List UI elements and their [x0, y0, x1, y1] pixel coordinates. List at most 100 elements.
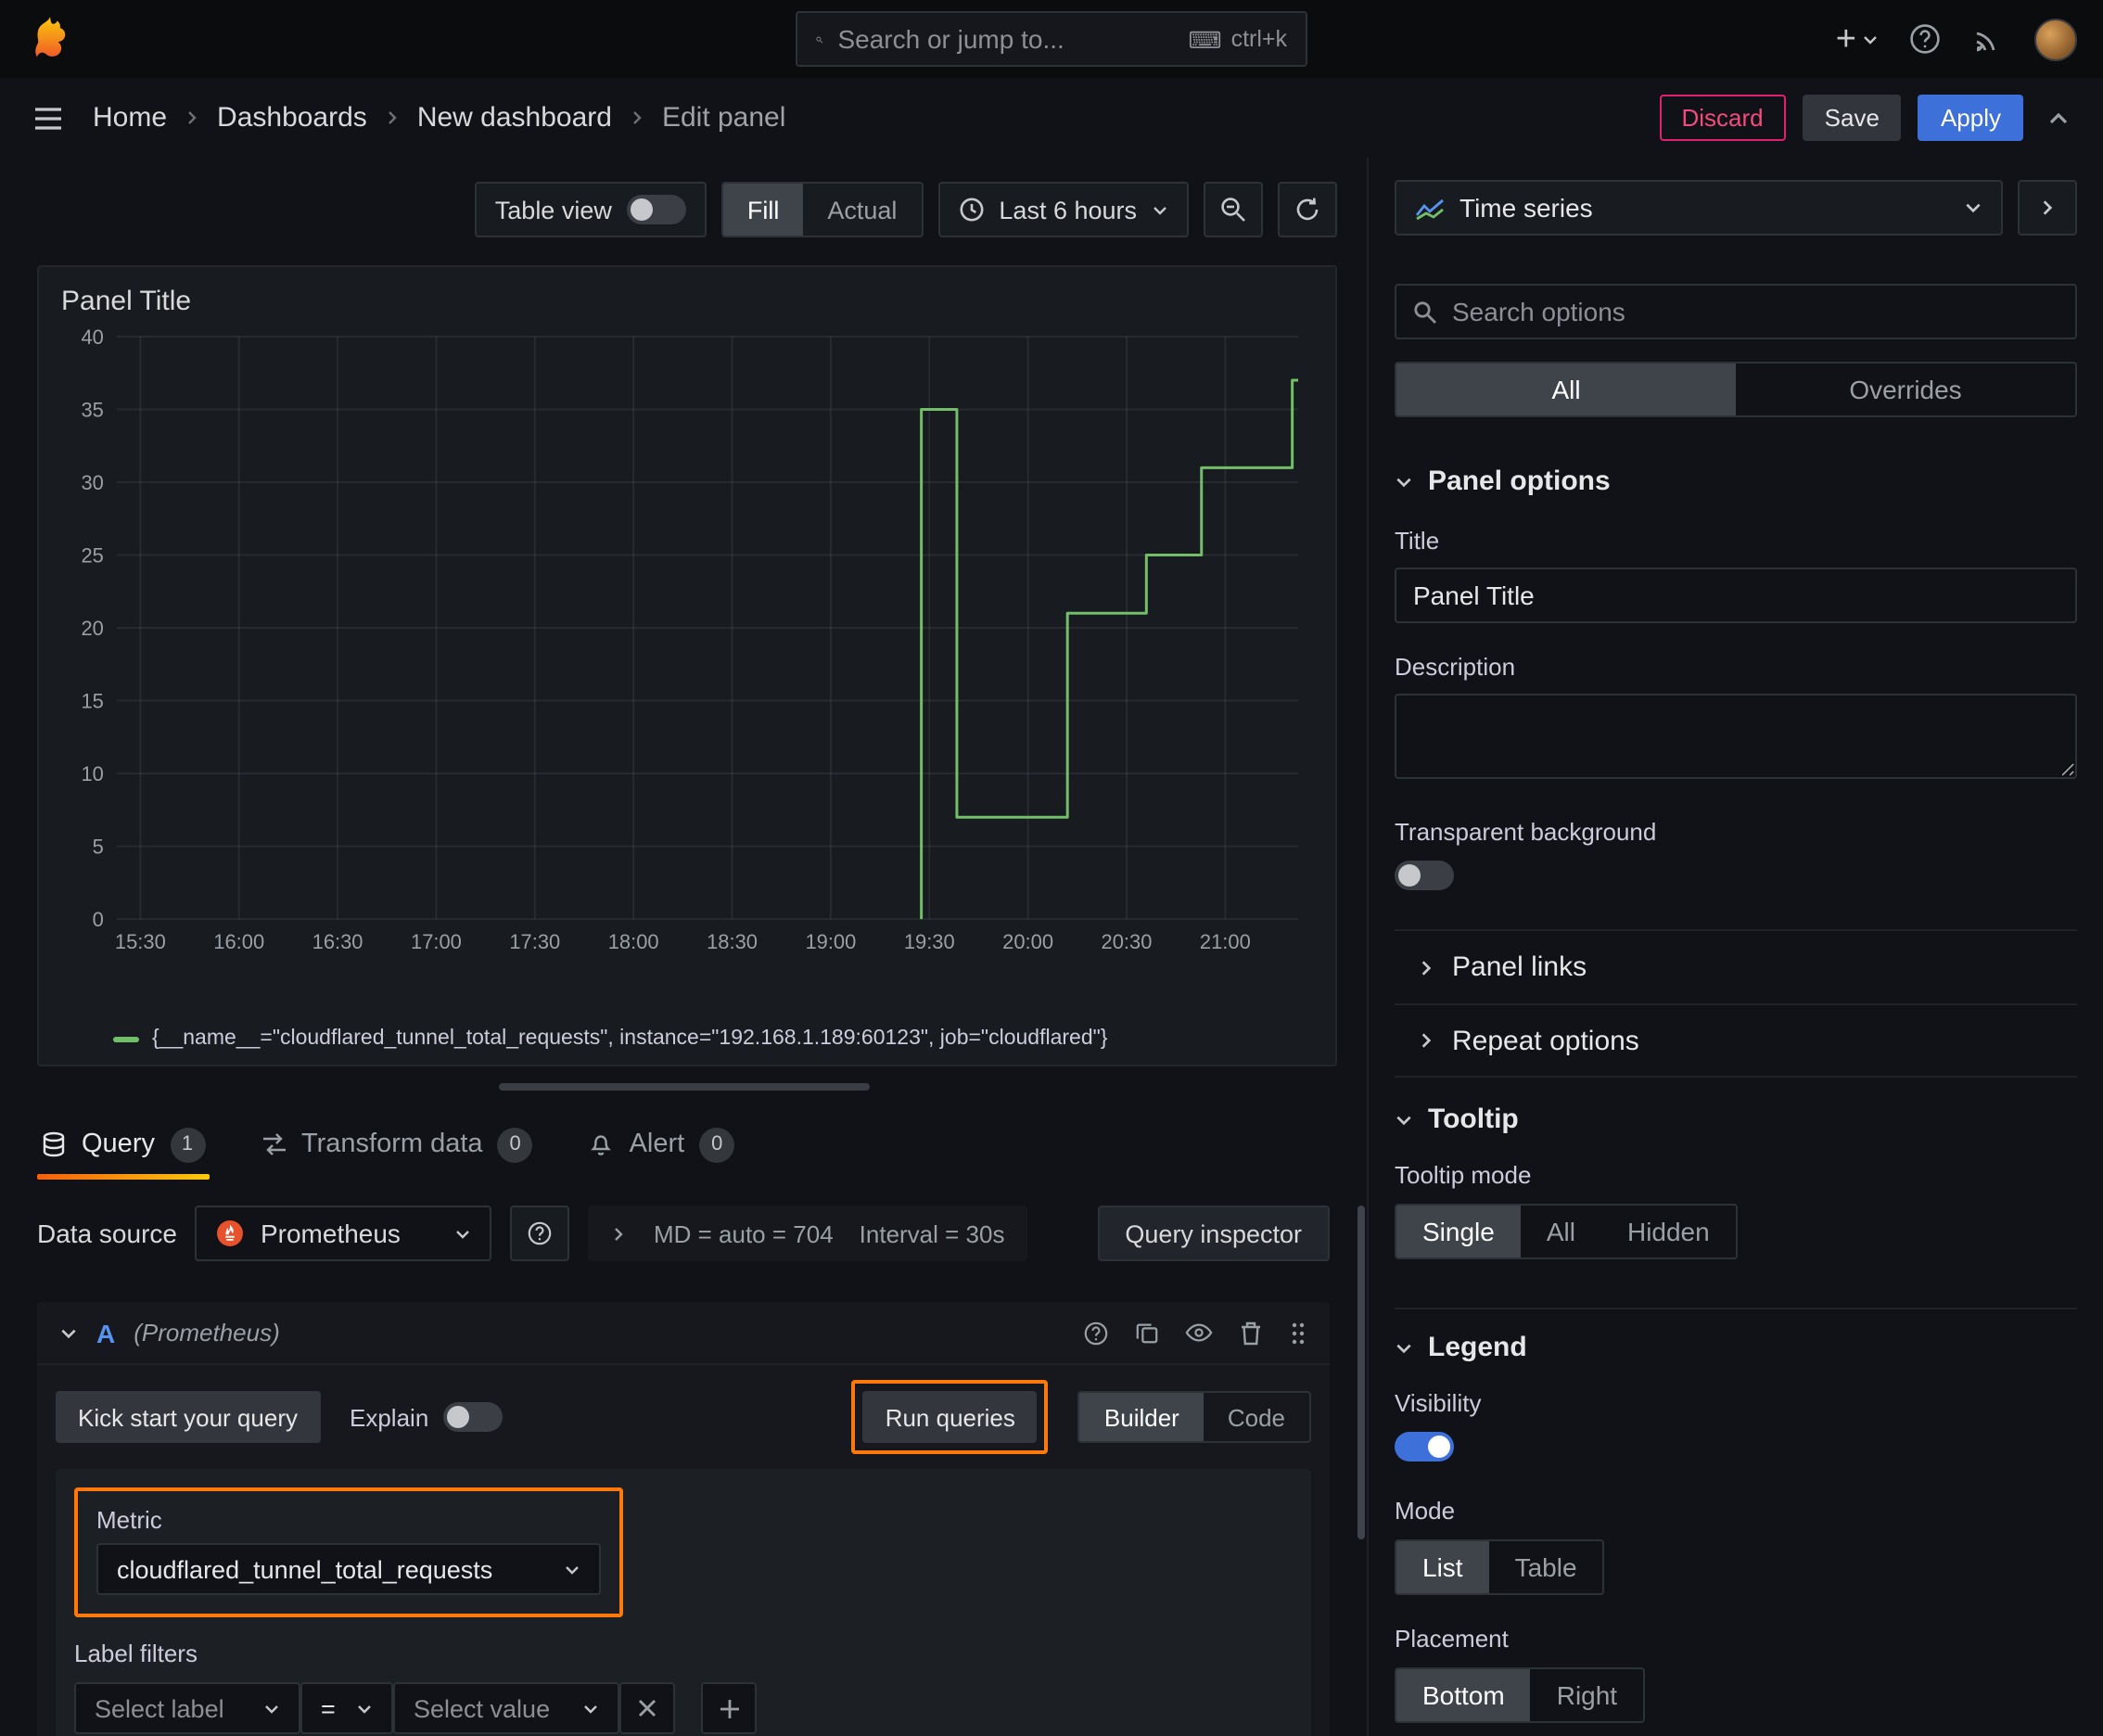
datasource-picker[interactable]: Prometheus: [195, 1206, 492, 1261]
svg-text:19:30: 19:30: [904, 930, 955, 953]
svg-text:5: 5: [93, 836, 104, 859]
chevron-right-icon: [616, 1227, 624, 1240]
tab-query[interactable]: Query 1: [37, 1109, 209, 1180]
code-option[interactable]: Code: [1204, 1393, 1309, 1441]
global-search[interactable]: ⌨ ctrl+k: [796, 11, 1307, 67]
alert-count-badge: 0: [699, 1127, 735, 1162]
legend-swatch: [113, 1036, 139, 1041]
transparent-bg-label: Transparent background: [1395, 818, 1657, 846]
actual-option[interactable]: Actual: [803, 184, 921, 236]
options-search-input[interactable]: [1452, 297, 2058, 326]
discard-button[interactable]: Discard: [1659, 95, 1786, 141]
keyboard-icon: ⌨: [1188, 27, 1222, 53]
tab-overrides[interactable]: Overrides: [1736, 364, 2075, 415]
panel-title-input[interactable]: [1395, 568, 2077, 623]
mode-list-option[interactable]: List: [1396, 1541, 1489, 1593]
global-search-input[interactable]: [837, 24, 1174, 54]
placement-right-option[interactable]: Right: [1531, 1669, 1643, 1721]
table-view-switch[interactable]: [626, 195, 686, 224]
chevron-down-icon: [1396, 1115, 1411, 1125]
all-overrides-tabs: All Overrides: [1395, 362, 2077, 417]
tab-all[interactable]: All: [1396, 364, 1736, 415]
copy-icon[interactable]: [1135, 1321, 1159, 1345]
eye-icon[interactable]: [1185, 1321, 1213, 1345]
datasource-help-button[interactable]: [510, 1206, 570, 1261]
tooltip-single-option[interactable]: Single: [1396, 1206, 1521, 1257]
panel-links-section[interactable]: Panel links: [1395, 929, 2077, 1003]
drag-handle-icon[interactable]: [1289, 1320, 1307, 1346]
operator-dropdown[interactable]: =: [300, 1682, 393, 1734]
transparent-bg-switch[interactable]: [1395, 861, 1454, 890]
explain-toggle: Explain: [350, 1402, 503, 1432]
svg-text:10: 10: [81, 762, 103, 785]
vertical-scrollbar[interactable]: [1357, 1206, 1365, 1539]
builder-option[interactable]: Builder: [1079, 1393, 1204, 1441]
placement-bottom-option[interactable]: Bottom: [1396, 1669, 1531, 1721]
collapse-options-button[interactable]: [2018, 180, 2077, 236]
query-row-header[interactable]: A (Prometheus): [37, 1302, 1330, 1365]
add-menu-button[interactable]: +: [1836, 21, 1879, 57]
datasource-value: Prometheus: [260, 1219, 401, 1248]
breadcrumb-new-dashboard[interactable]: New dashboard: [417, 102, 612, 134]
select-label-dropdown[interactable]: Select label: [74, 1682, 300, 1734]
visibility-switch[interactable]: [1395, 1432, 1454, 1462]
add-filter-button[interactable]: [701, 1682, 757, 1734]
chevron-down-icon: [1396, 477, 1411, 487]
help-icon[interactable]: [1908, 22, 1942, 56]
title-label: Title: [1395, 527, 1440, 555]
select-value-dropdown[interactable]: Select value: [393, 1682, 619, 1734]
chart-legend[interactable]: {__name__="cloudflared_tunnel_total_requ…: [61, 1024, 1313, 1050]
timeseries-chart[interactable]: 0 5 10 15 20 25 30 35 40 15:30 16:00 16:30 17:00 17:3…: [61, 321, 1313, 961]
repeat-options-section[interactable]: Repeat options: [1395, 1003, 2077, 1078]
breadcrumb-home[interactable]: Home: [93, 102, 167, 134]
remove-filter-button[interactable]: [619, 1682, 675, 1734]
tab-alert[interactable]: Alert 0: [585, 1109, 739, 1180]
svg-text:25: 25: [81, 544, 103, 568]
help-circle-icon[interactable]: [1083, 1320, 1109, 1346]
kick-start-button[interactable]: Kick start your query: [56, 1391, 320, 1443]
apply-button[interactable]: Apply: [1918, 95, 2023, 141]
metric-select[interactable]: cloudflared_tunnel_total_requests: [96, 1543, 601, 1595]
database-icon: [43, 1131, 65, 1157]
explain-switch[interactable]: [443, 1402, 503, 1432]
legend-label[interactable]: {__name__="cloudflared_tunnel_total_requ…: [152, 1028, 1107, 1050]
svg-text:35: 35: [81, 398, 103, 421]
query-options-collapsed[interactable]: MD = auto = 704 Interval = 30s: [588, 1206, 1027, 1261]
explain-label: Explain: [350, 1403, 429, 1431]
label-filters-row: Select label = Select value: [74, 1682, 1293, 1734]
zoom-out-button[interactable]: [1204, 182, 1263, 237]
trash-icon[interactable]: [1239, 1320, 1263, 1346]
panel-options-header[interactable]: Panel options: [1395, 466, 2077, 497]
tooltip-hidden-option[interactable]: Hidden: [1601, 1206, 1736, 1257]
mode-table-option[interactable]: Table: [1489, 1541, 1603, 1593]
grafana-logo[interactable]: [26, 15, 74, 63]
time-range-label: Last 6 hours: [999, 196, 1137, 223]
legend-header[interactable]: Legend: [1395, 1332, 2077, 1363]
options-search[interactable]: [1395, 284, 2077, 339]
svg-text:17:00: 17:00: [411, 930, 462, 953]
query-inspector-button[interactable]: Query inspector: [1097, 1206, 1330, 1261]
fill-option[interactable]: Fill: [722, 184, 804, 236]
save-button[interactable]: Save: [1802, 95, 1902, 141]
news-icon[interactable]: [1971, 22, 2005, 56]
breadcrumb-dashboards[interactable]: Dashboards: [217, 102, 367, 134]
tab-transform[interactable]: Transform data 0: [257, 1109, 537, 1180]
metric-label: Metric: [96, 1506, 162, 1534]
chevron-down-icon[interactable]: [59, 1323, 78, 1342]
table-view-toggle[interactable]: Table view: [474, 182, 707, 237]
menu-icon[interactable]: [26, 97, 70, 138]
time-range-picker[interactable]: Last 6 hours: [937, 182, 1189, 237]
user-avatar[interactable]: [2034, 18, 2077, 60]
chevron-up-icon[interactable]: [2040, 99, 2077, 136]
run-queries-button[interactable]: Run queries: [862, 1391, 1038, 1443]
visualization-picker[interactable]: Time series: [1395, 180, 2003, 236]
resize-handle[interactable]: [498, 1083, 869, 1091]
tooltip-header[interactable]: Tooltip: [1395, 1104, 2077, 1135]
refresh-button[interactable]: [1278, 182, 1337, 237]
chevron-right-icon: [629, 109, 645, 126]
select-value-placeholder: Select value: [414, 1694, 551, 1722]
tooltip-all-option[interactable]: All: [1521, 1206, 1601, 1257]
breadcrumb-bar: Home Dashboards New dashboard Edit panel…: [0, 78, 2103, 158]
plus-icon: +: [1835, 19, 1856, 58]
description-input[interactable]: [1395, 694, 2077, 779]
